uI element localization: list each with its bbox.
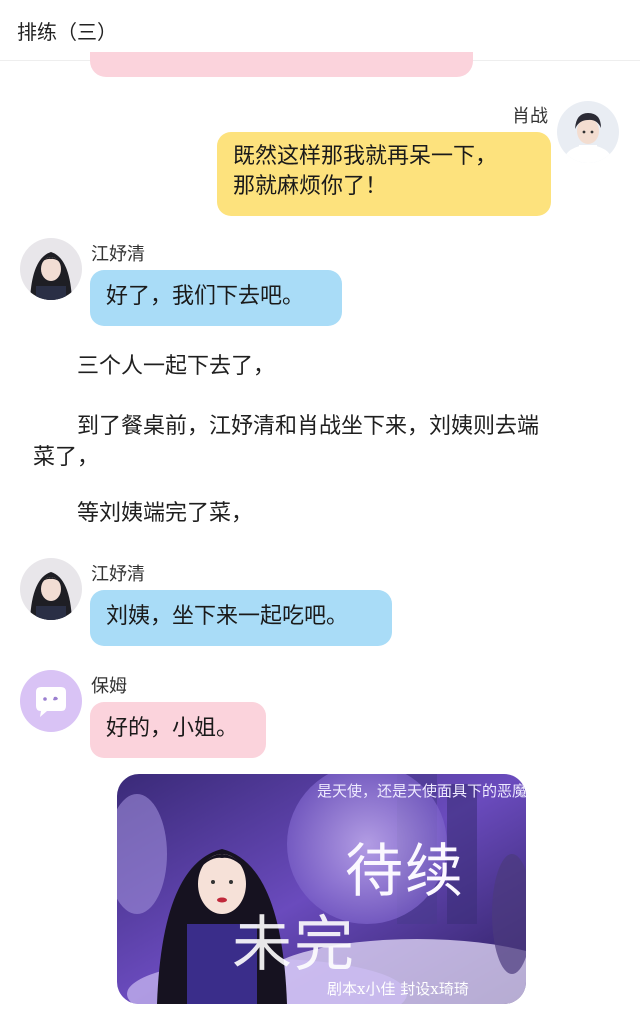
poster-credits: 剧本x小佳 封设x琦琦 xyxy=(327,980,469,998)
message-text-line: 既然这样那我就再呆一下， xyxy=(233,144,498,169)
message-text: 刘姨，坐下来一起吃吧。 xyxy=(106,604,349,629)
chat-bubble-icon xyxy=(36,687,66,717)
avatar-portrait-icon xyxy=(20,558,82,620)
previous-message-bubble xyxy=(90,52,473,77)
poster-tagline: 是天使，还是天使面具下的恶魔 xyxy=(317,782,526,800)
message-bubble[interactable]: 刘姨，坐下来一起吃吧。 xyxy=(90,590,392,646)
avatar-portrait-icon xyxy=(20,238,82,300)
avatar-xiaozhan[interactable] xyxy=(557,101,619,163)
message-text-line: 那就麻烦你了！ xyxy=(233,174,388,199)
to-be-continued-poster[interactable]: 是天使，还是天使面具下的恶魔 待续 未完 剧本x小佳 封设x琦琦 xyxy=(117,774,526,1004)
speaker-name: 江妤清 xyxy=(91,564,145,585)
message-bubble[interactable]: 好的，小姐。 xyxy=(90,702,266,758)
message-text: 好的，小姐。 xyxy=(106,716,239,741)
narration-text: 等刘姨端完了菜， xyxy=(77,501,254,526)
avatar-nanny[interactable] xyxy=(20,670,82,732)
narration-text: 菜了， xyxy=(33,445,100,470)
narration-text: 三个人一起下去了， xyxy=(77,354,276,379)
message-bubble[interactable]: 好了，我们下去吧。 xyxy=(90,270,342,326)
speaker-name: 保姆 xyxy=(91,676,127,697)
speaker-name: 江妤清 xyxy=(91,244,145,265)
avatar-jiangyuqing[interactable] xyxy=(20,558,82,620)
avatar-jiangyuqing[interactable] xyxy=(20,238,82,300)
poster-title-unfinished: 未完 xyxy=(232,910,356,980)
message-bubble[interactable]: 既然这样那我就再呆一下， 那就麻烦你了！ xyxy=(217,132,551,216)
page-title: 排练（三） xyxy=(17,20,117,44)
poster-title-continued: 待续 xyxy=(345,837,466,905)
avatar-portrait-icon xyxy=(557,101,619,163)
speaker-name: 肖战 xyxy=(512,106,548,127)
message-text: 好了，我们下去吧。 xyxy=(106,284,305,309)
narration-text: 到了餐桌前，江妤清和肖战坐下来，刘姨则去端 xyxy=(77,414,540,439)
